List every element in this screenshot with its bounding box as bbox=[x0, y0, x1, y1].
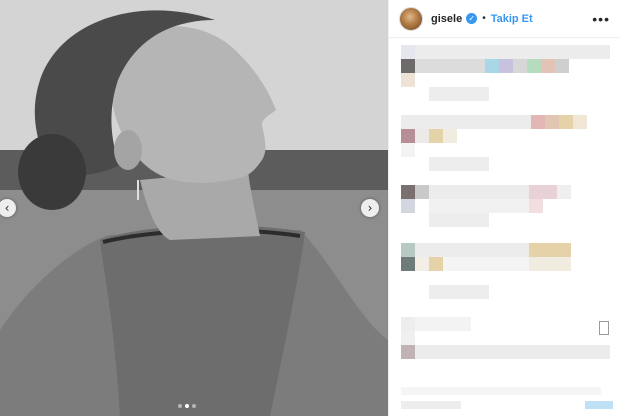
post-header: gisele ✓ • Takip Et ••• bbox=[389, 0, 620, 38]
pixel-block bbox=[529, 257, 571, 271]
portrait-image bbox=[0, 0, 388, 416]
pixel-block bbox=[485, 59, 499, 73]
pixel-block bbox=[401, 185, 415, 199]
carousel-dot-active bbox=[185, 404, 189, 408]
pixel-block bbox=[555, 59, 569, 73]
avatar[interactable] bbox=[399, 6, 423, 31]
pixel-block bbox=[529, 243, 571, 257]
pixel-block bbox=[415, 243, 529, 257]
chevron-left-icon: ‹ bbox=[4, 201, 10, 215]
pixel-block bbox=[429, 285, 489, 299]
header-separator: • bbox=[482, 13, 486, 24]
pixel-block bbox=[443, 257, 529, 271]
pixel-block bbox=[443, 129, 457, 143]
scroll-handle[interactable] bbox=[599, 321, 609, 335]
pixel-block bbox=[401, 143, 415, 157]
pixel-block bbox=[401, 401, 461, 409]
pixel-block bbox=[429, 129, 443, 143]
post-photo[interactable]: ‹ › bbox=[0, 0, 388, 416]
pixel-block bbox=[401, 331, 415, 345]
pixel-block bbox=[573, 115, 587, 129]
comments-list-obscured bbox=[389, 39, 620, 416]
pixel-block bbox=[531, 115, 545, 129]
follow-button[interactable]: Takip Et bbox=[491, 13, 533, 25]
pixel-block bbox=[401, 243, 415, 257]
pixel-block bbox=[541, 59, 555, 73]
pixel-block bbox=[429, 257, 443, 271]
pixel-block bbox=[429, 185, 529, 199]
verified-badge-icon: ✓ bbox=[466, 13, 478, 24]
carousel-next-button[interactable]: › bbox=[361, 199, 379, 217]
pixel-block bbox=[401, 129, 415, 143]
pixel-block bbox=[401, 317, 415, 331]
pixel-block bbox=[401, 115, 531, 129]
pixel-block bbox=[527, 59, 541, 73]
pixel-block bbox=[401, 257, 415, 271]
pixel-block bbox=[557, 185, 571, 199]
pixel-block bbox=[415, 45, 610, 59]
chevron-right-icon: › bbox=[367, 201, 373, 215]
pixel-block bbox=[529, 199, 543, 213]
pixel-block bbox=[415, 185, 429, 199]
pixel-block bbox=[415, 257, 429, 271]
pixel-block bbox=[499, 59, 513, 73]
pixel-block bbox=[415, 59, 485, 73]
pixel-block bbox=[429, 157, 489, 171]
pixel-block bbox=[401, 45, 415, 59]
pixel-block bbox=[545, 115, 559, 129]
pixel-block bbox=[513, 59, 527, 73]
pixel-block bbox=[429, 213, 489, 227]
ellipsis-icon[interactable]: ••• bbox=[592, 11, 610, 27]
username-link[interactable]: gisele bbox=[431, 13, 462, 25]
pixel-block bbox=[401, 387, 601, 395]
pixel-block bbox=[529, 185, 557, 199]
post-side-panel: gisele ✓ • Takip Et ••• bbox=[388, 0, 620, 416]
carousel-dot bbox=[178, 404, 182, 408]
carousel-dot bbox=[192, 404, 196, 408]
pixel-block bbox=[401, 73, 415, 87]
pixel-block bbox=[401, 59, 415, 73]
pixel-block bbox=[401, 199, 415, 213]
pixel-block bbox=[429, 87, 489, 101]
pixel-block bbox=[415, 129, 429, 143]
pixel-block bbox=[559, 115, 573, 129]
carousel-indicator bbox=[178, 404, 196, 408]
pixel-block bbox=[415, 317, 471, 331]
pixel-block bbox=[585, 401, 613, 409]
pixel-block bbox=[429, 199, 529, 213]
pixel-block bbox=[415, 345, 610, 359]
pixel-block bbox=[401, 345, 415, 359]
